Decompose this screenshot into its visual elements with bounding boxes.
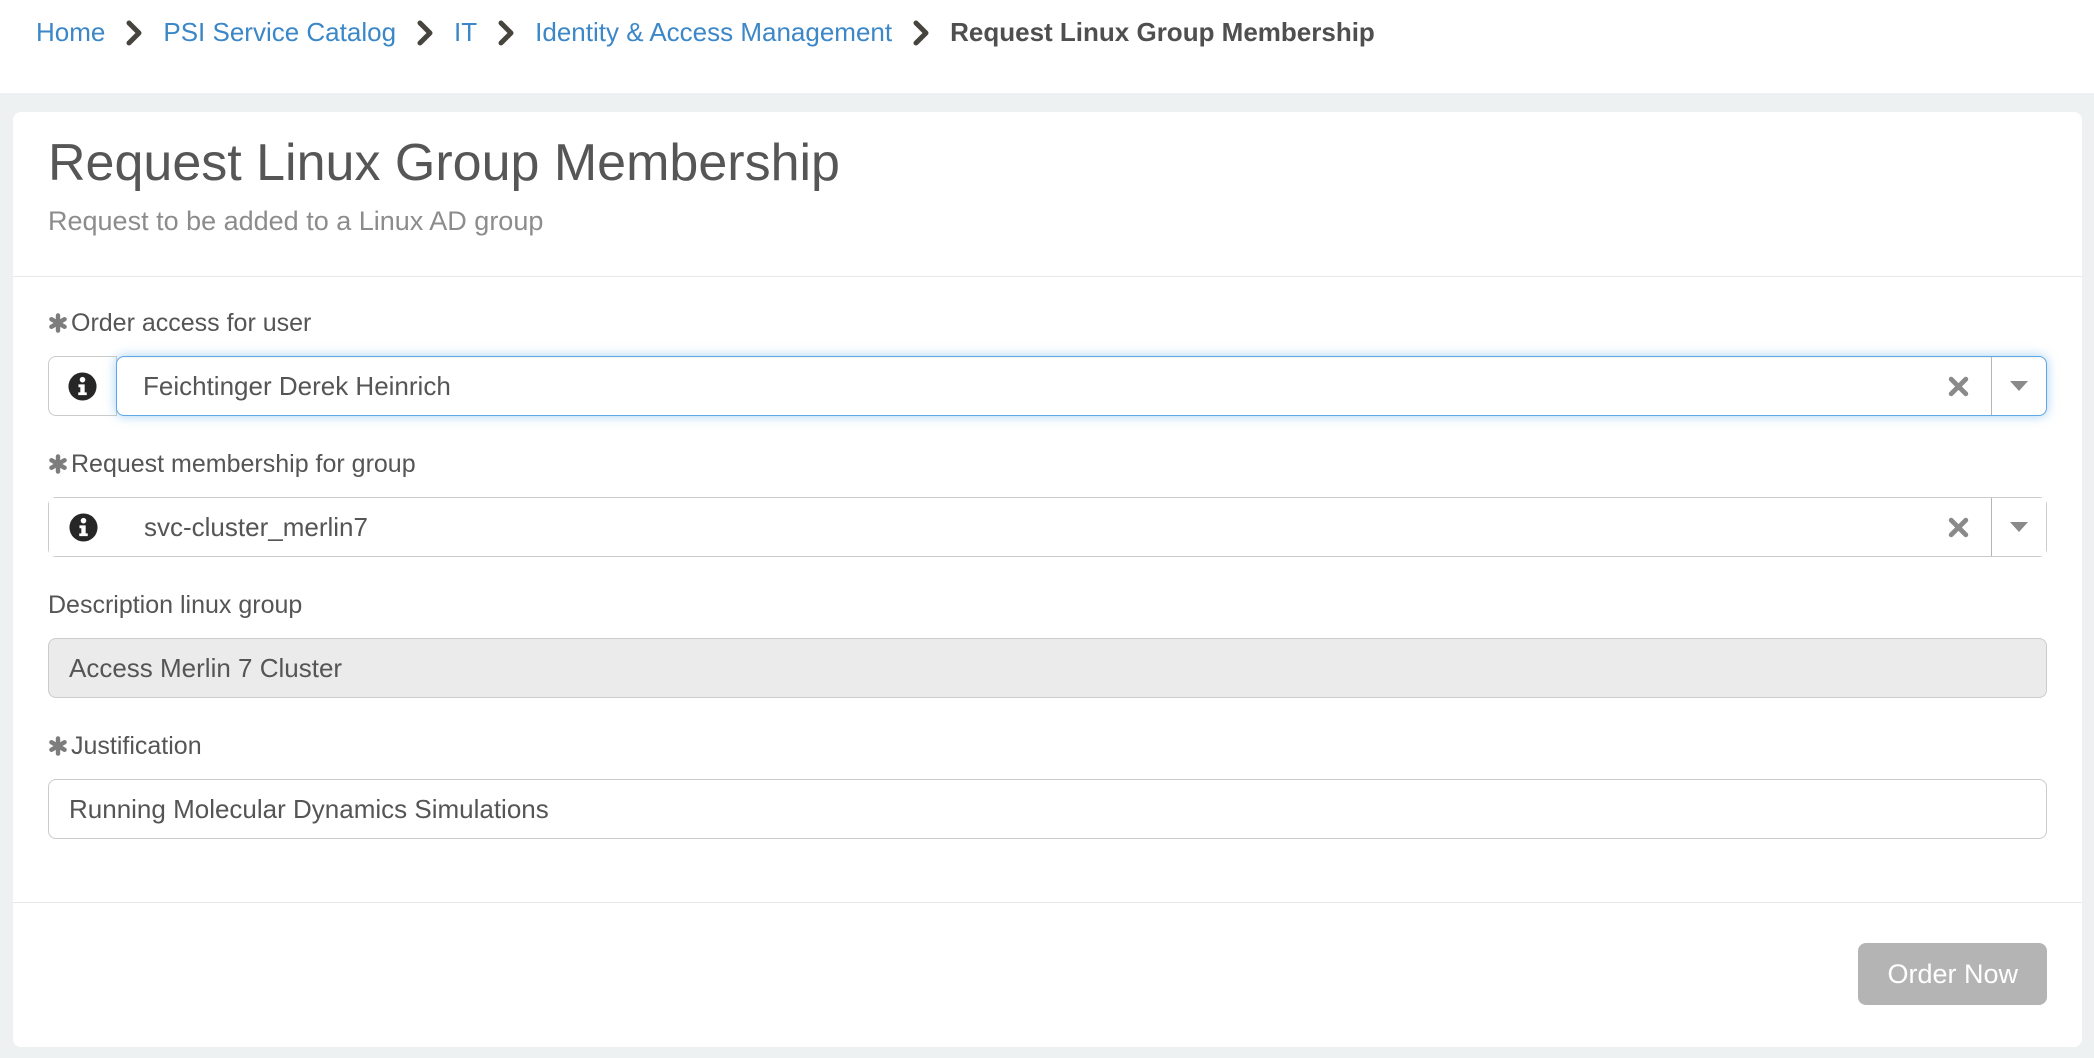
chevron-right-icon	[913, 20, 929, 46]
card-header: Request Linux Group Membership Request t…	[13, 112, 2082, 277]
service-request-card: Request Linux Group Membership Request t…	[13, 112, 2082, 1047]
chevron-right-icon	[417, 20, 433, 46]
breadcrumb-bar: Home PSI Service Catalog IT Identity & A…	[0, 0, 2094, 93]
group-input[interactable]	[118, 512, 1925, 543]
info-addon[interactable]	[48, 356, 117, 416]
page-subtitle: Request to be added to a Linux AD group	[48, 206, 2047, 237]
chevron-right-icon	[126, 20, 142, 46]
field-label-order-access-user: Order access for user	[48, 309, 2047, 338]
breadcrumb-item-service-catalog[interactable]: PSI Service Catalog	[163, 16, 396, 50]
field-label-text: Description linux group	[48, 591, 302, 620]
field-label-text: Order access for user	[71, 309, 311, 338]
breadcrumb-item-identity-access-management[interactable]: Identity & Access Management	[535, 16, 892, 50]
order-access-user-combobox	[48, 356, 2047, 416]
field-label-description: Description linux group	[48, 591, 2047, 620]
required-asterisk-icon	[48, 454, 68, 474]
info-icon	[67, 371, 98, 402]
order-access-user-input[interactable]	[117, 371, 1925, 402]
dropdown-caret-icon[interactable]	[1992, 522, 2046, 532]
breadcrumb-item-it[interactable]: IT	[454, 16, 477, 50]
field-label-text: Justification	[71, 732, 202, 761]
clear-icon[interactable]	[1925, 516, 1991, 539]
order-now-button[interactable]: Order Now	[1858, 943, 2047, 1005]
clear-icon[interactable]	[1925, 375, 1991, 398]
justification-input[interactable]	[48, 779, 2047, 839]
breadcrumb: Home PSI Service Catalog IT Identity & A…	[36, 16, 2094, 50]
info-icon	[68, 512, 99, 543]
breadcrumb-item-current: Request Linux Group Membership	[950, 16, 1375, 50]
required-asterisk-icon	[48, 313, 68, 333]
field-label-request-group: Request membership for group	[48, 450, 2047, 479]
info-addon[interactable]	[49, 498, 118, 556]
card-footer: Order Now	[13, 903, 2082, 1047]
request-form: Order access for user Request membership…	[13, 309, 2082, 903]
field-label-text: Request membership for group	[71, 450, 416, 479]
required-asterisk-icon	[48, 736, 68, 756]
page-title: Request Linux Group Membership	[48, 134, 2047, 192]
group-combobox	[48, 497, 2047, 557]
description-linux-group-field	[48, 638, 2047, 698]
breadcrumb-item-home[interactable]: Home	[36, 16, 105, 50]
dropdown-caret-icon[interactable]	[1992, 381, 2046, 391]
field-label-justification: Justification	[48, 732, 2047, 761]
chevron-right-icon	[498, 20, 514, 46]
